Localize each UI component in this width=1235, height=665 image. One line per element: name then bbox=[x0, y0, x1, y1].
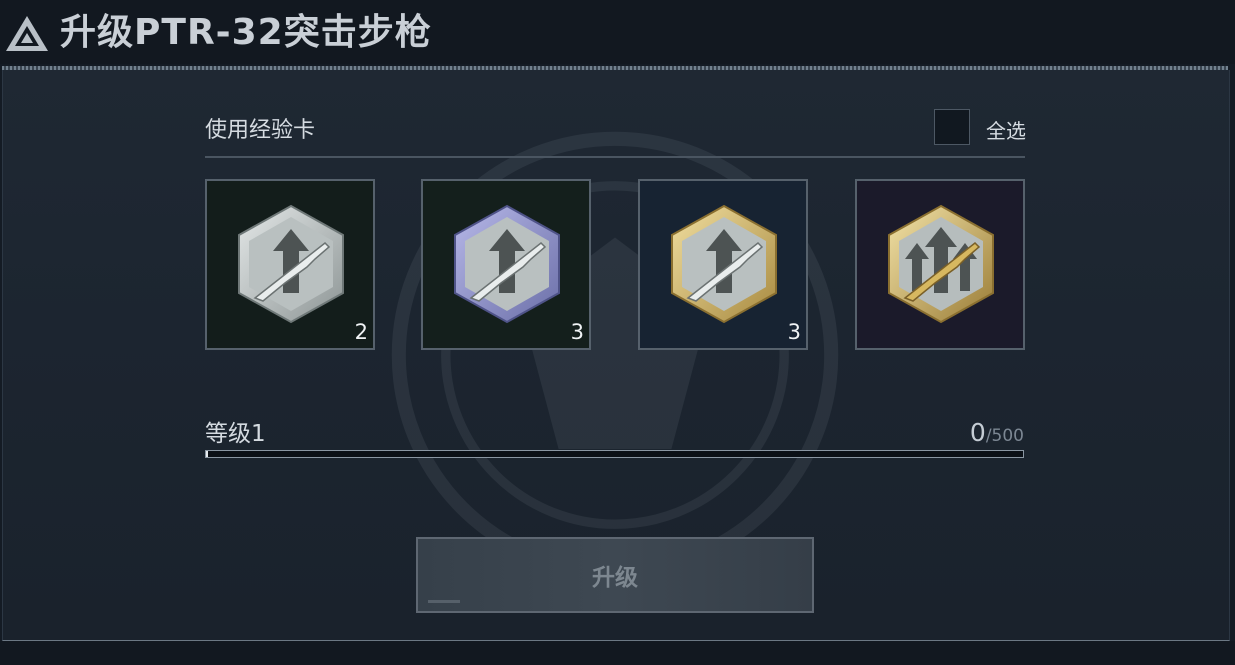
exp-card-gold-plus[interactable] bbox=[855, 179, 1025, 350]
section-divider bbox=[205, 156, 1025, 158]
select-all-checkbox[interactable] bbox=[934, 109, 970, 145]
page-title: 升级PTR-32突击步枪 bbox=[60, 12, 432, 53]
exp-card-silver[interactable]: 2 bbox=[205, 179, 375, 350]
xp-max: /500 bbox=[985, 426, 1024, 446]
xp-readout: 0/500 bbox=[970, 418, 1024, 447]
card-count: 3 bbox=[787, 320, 801, 344]
upgrade-button[interactable]: 升级 bbox=[416, 537, 814, 613]
button-decoration bbox=[428, 600, 460, 603]
xp-current: 0 bbox=[969, 418, 986, 447]
exp-card-silver-icon bbox=[238, 204, 344, 324]
exp-card-section-label: 使用经验卡 bbox=[205, 118, 316, 143]
level-label: 等级1 bbox=[205, 421, 266, 447]
card-count: 3 bbox=[570, 320, 584, 344]
exp-card-purple[interactable]: 3 bbox=[421, 179, 591, 350]
card-count: 2 bbox=[354, 320, 368, 344]
exp-card-purple-icon bbox=[454, 204, 560, 324]
xp-progress-bar bbox=[205, 450, 1024, 458]
triangle-logo-icon bbox=[6, 16, 48, 51]
exp-card-gold-plus-icon bbox=[888, 204, 994, 324]
select-all-label[interactable]: 全选 bbox=[986, 115, 1026, 144]
title-bar: 升级PTR-32突击步枪 bbox=[0, 0, 1235, 64]
exp-card-gold-icon bbox=[671, 204, 777, 324]
upgrade-button-label: 升级 bbox=[592, 565, 638, 591]
exp-card-gold[interactable]: 3 bbox=[638, 179, 808, 350]
bottom-strip bbox=[0, 641, 1235, 665]
xp-progress-fill bbox=[206, 451, 208, 457]
